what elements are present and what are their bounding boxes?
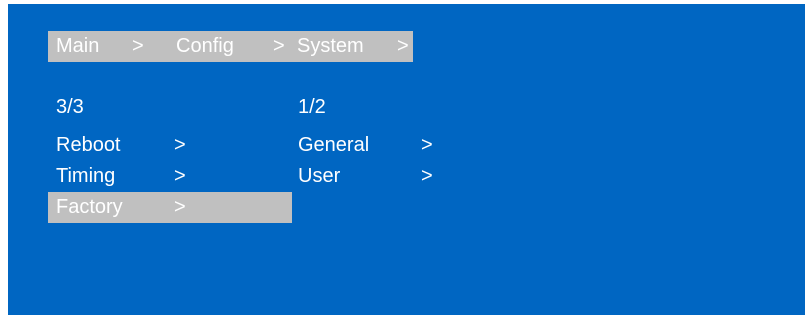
chevron-right-icon: > (174, 134, 186, 156)
breadcrumb: Main > Config > System > (48, 31, 413, 62)
menu-item-label: Factory (56, 196, 123, 218)
chevron-right-icon: > (174, 165, 186, 187)
breadcrumb-system[interactable]: System (297, 35, 364, 57)
left-menu-page-indicator: 3/3 (56, 96, 84, 118)
breadcrumb-separator: > (273, 35, 285, 57)
osd-screen: Main > Config > System > 3/3 Reboot > Ti… (8, 4, 805, 315)
menu-item-label: User (298, 165, 341, 187)
menu-item-label: Timing (56, 165, 116, 187)
breadcrumb-separator: > (132, 35, 144, 57)
menu-item-label: General (298, 134, 370, 156)
right-menu-page-indicator: 1/2 (298, 96, 326, 118)
menu-item-factory[interactable]: Factory > (48, 192, 292, 223)
breadcrumb-main[interactable]: Main (56, 35, 99, 57)
chevron-right-icon: > (421, 165, 433, 187)
chevron-right-icon: > (421, 134, 433, 156)
breadcrumb-config[interactable]: Config (176, 35, 234, 57)
chevron-right-icon: > (174, 196, 186, 218)
menu-item-label: Reboot (56, 134, 121, 156)
breadcrumb-separator: > (397, 35, 409, 57)
